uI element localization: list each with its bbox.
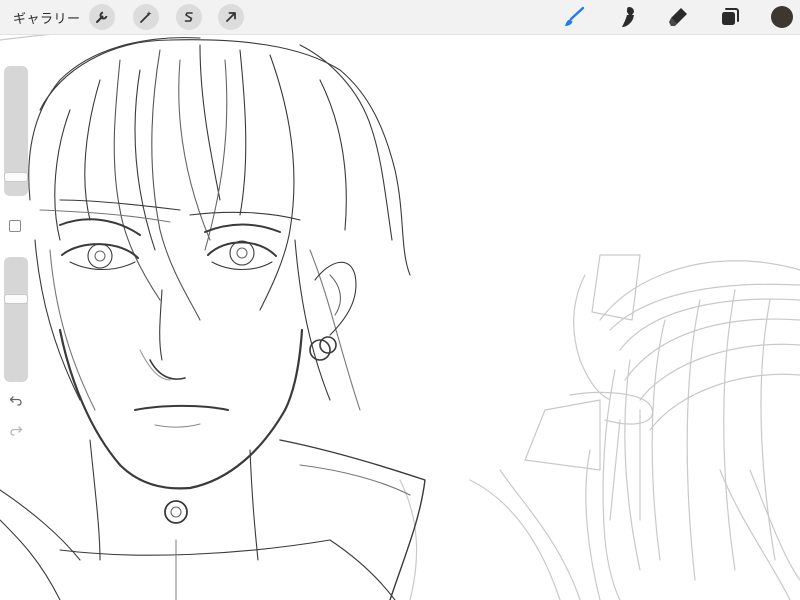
gallery-button[interactable]: ギャラリー — [13, 8, 81, 27]
actions-button[interactable] — [89, 4, 115, 30]
magic-wand-icon — [140, 11, 152, 23]
smudge-tool-button[interactable] — [613, 3, 641, 31]
selection-s-icon — [184, 12, 193, 22]
undo-icon[interactable] — [8, 392, 24, 408]
eraser-tool-button[interactable] — [664, 3, 692, 31]
adjustments-button[interactable] — [133, 4, 159, 30]
brush-tool-button[interactable] — [560, 3, 588, 31]
drawing-canvas[interactable] — [0, 0, 800, 600]
rough-sketch-right — [0, 31, 800, 600]
color-picker-button[interactable] — [771, 6, 793, 28]
brush-icon — [565, 6, 585, 26]
eraser-icon — [669, 8, 687, 26]
selection-button[interactable] — [176, 4, 202, 30]
wrench-icon — [96, 11, 108, 23]
layers-icon — [722, 8, 739, 25]
layers-button[interactable] — [716, 3, 744, 31]
brush-size-slider-thumb[interactable] — [4, 172, 28, 182]
brush-size-slider[interactable] — [4, 66, 28, 196]
smudge-icon — [622, 7, 634, 27]
opacity-slider[interactable] — [4, 257, 28, 382]
transform-arrow-icon — [226, 12, 236, 22]
transform-button[interactable] — [218, 4, 244, 30]
opacity-slider-thumb[interactable] — [4, 294, 28, 304]
left-sidebar — [3, 66, 28, 446]
square-modify-icon[interactable] — [9, 220, 21, 232]
top-toolbar: ギャラリー — [0, 0, 800, 35]
redo-icon[interactable] — [8, 422, 24, 438]
character-sketch — [0, 37, 426, 600]
